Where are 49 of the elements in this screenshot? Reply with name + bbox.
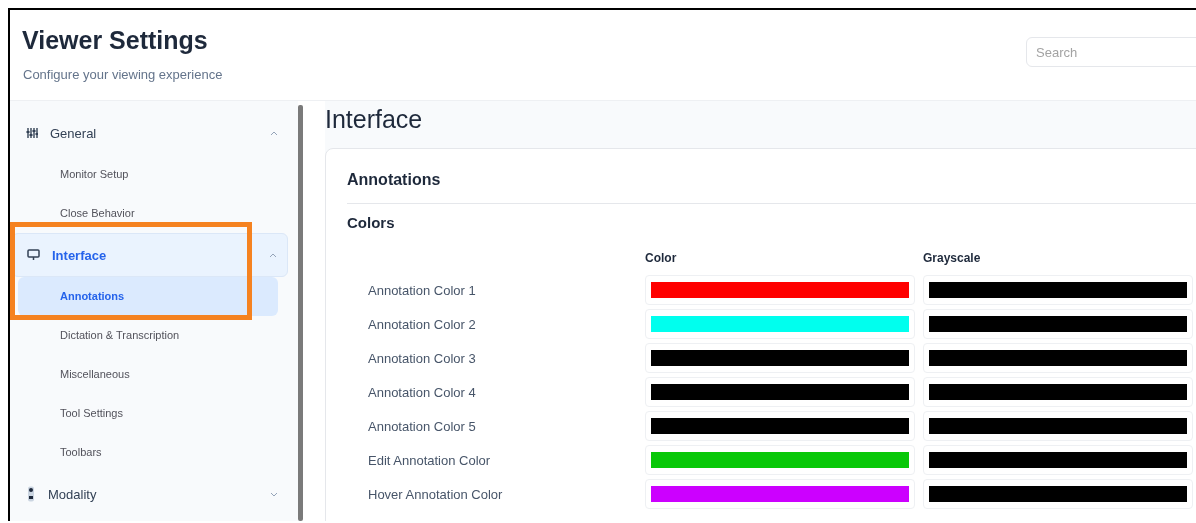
color-picker[interactable] xyxy=(645,445,915,475)
sidebar-group-item[interactable]: General xyxy=(12,111,288,155)
device-icon xyxy=(26,486,36,502)
color-label: Hover Annotation Color xyxy=(367,486,504,502)
sidebar-item[interactable]: Dictation & Transcription xyxy=(18,316,278,355)
color-picker[interactable] xyxy=(645,275,915,305)
color-picker[interactable] xyxy=(645,343,915,373)
grayscale-picker[interactable] xyxy=(923,411,1193,441)
section-title: Interface xyxy=(325,105,424,134)
chevron-icon xyxy=(270,130,278,136)
grayscale-picker[interactable] xyxy=(923,445,1193,475)
chevron-icon xyxy=(269,252,277,258)
color-picker[interactable] xyxy=(645,479,915,509)
sidebar-group-item[interactable]: Interface xyxy=(12,233,288,277)
sidebar-item[interactable]: Toolbars xyxy=(18,433,278,472)
column-header: Color xyxy=(645,251,678,265)
sidebar-item[interactable]: Monitor Setup xyxy=(18,155,278,194)
color-label: Annotation Color 5 xyxy=(367,418,477,434)
grayscale-picker[interactable] xyxy=(923,343,1193,373)
grayscale-picker[interactable] xyxy=(923,275,1193,305)
color-label: Annotation Color 1 xyxy=(367,282,477,298)
card-title: Annotations xyxy=(347,171,442,189)
page-title: Viewer Settings xyxy=(22,26,209,55)
color-picker[interactable] xyxy=(645,411,915,441)
scrollbar[interactable] xyxy=(298,105,303,521)
color-label: Edit Annotation Color xyxy=(367,452,492,468)
color-picker[interactable] xyxy=(645,309,915,339)
sidebar-item[interactable]: Annotations xyxy=(18,277,278,316)
color-picker[interactable] xyxy=(645,377,915,407)
sidebar-item[interactable]: Tool Settings xyxy=(18,394,278,433)
column-header: Grayscale xyxy=(923,251,982,265)
page-subtitle: Configure your viewing experience xyxy=(23,67,223,82)
color-label: Annotation Color 4 xyxy=(367,384,477,400)
color-label: Annotation Color 2 xyxy=(367,316,477,332)
sidebar-group-label: Interface xyxy=(52,247,108,263)
sidebar-group-label: Modality xyxy=(48,486,98,502)
chevron-icon xyxy=(270,491,278,497)
color-label: Annotation Color 3 xyxy=(367,350,477,366)
grayscale-picker[interactable] xyxy=(923,309,1193,339)
grayscale-picker[interactable] xyxy=(923,479,1193,509)
grayscale-picker[interactable] xyxy=(923,377,1193,407)
sliders-icon xyxy=(26,127,38,139)
sidebar-group-label: General xyxy=(50,125,98,141)
sidebar-item[interactable]: Close Behavior xyxy=(18,194,278,233)
search-field[interactable]: Search xyxy=(1026,37,1196,67)
subsection-title: Colors xyxy=(347,214,396,231)
monitor-icon xyxy=(27,249,40,261)
sidebar-item[interactable]: Miscellaneous xyxy=(18,355,278,394)
sidebar-group-item[interactable]: Modality xyxy=(12,472,288,516)
